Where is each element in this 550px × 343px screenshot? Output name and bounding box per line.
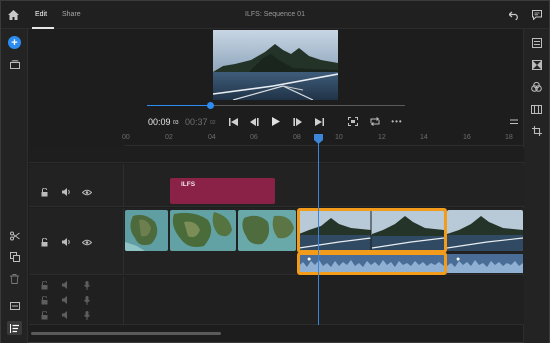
person-icon: ●	[456, 256, 461, 263]
microphone-icon[interactable]	[82, 295, 91, 305]
right-toolbar	[523, 29, 549, 343]
video-clip-thumbnail[interactable]	[170, 210, 236, 251]
play-icon[interactable]	[270, 116, 282, 127]
video-clip-thumbnail[interactable]	[238, 210, 296, 251]
title-clip-label: ILFS	[181, 181, 196, 188]
loop-icon[interactable]	[369, 116, 381, 127]
playhead-line[interactable]	[318, 141, 319, 325]
title-clip[interactable]: ILFS	[170, 178, 275, 204]
fit-frame-icon[interactable]	[347, 116, 359, 127]
preview-frame-image	[213, 30, 338, 100]
video-clip-thumbnail[interactable]	[447, 210, 523, 251]
color-icon[interactable]	[530, 81, 543, 93]
person-icon: ●	[307, 256, 312, 263]
left-toolbar: +	[1, 29, 28, 343]
ruler-label: 08	[293, 134, 301, 141]
volume-icon[interactable]	[61, 280, 72, 290]
ruler-label: 16	[463, 134, 471, 141]
media-icon[interactable]	[9, 59, 20, 69]
lock-icon[interactable]	[39, 280, 49, 290]
volume-icon[interactable]	[61, 310, 72, 320]
app-window: Edit Share ILFS: Sequence 01 + 00:09 03 …	[0, 0, 550, 343]
ruler-label: 04	[208, 134, 216, 141]
lock-icon[interactable]	[39, 295, 49, 305]
visibility-eye-icon[interactable]	[81, 187, 92, 197]
ruler-label: 10	[335, 134, 343, 141]
lock-icon[interactable]	[39, 310, 49, 320]
current-time-frames: 03	[173, 120, 179, 126]
ruler-label: 02	[165, 134, 173, 141]
volume-icon[interactable]	[61, 237, 72, 247]
go-to-start-icon[interactable]	[227, 116, 239, 127]
ruler-label: 18	[505, 134, 513, 141]
sequence-title: ILFS: Sequence 01	[245, 11, 305, 18]
empty-track-area	[29, 147, 524, 163]
step-forward-icon[interactable]	[291, 116, 303, 127]
title-track-header	[29, 164, 124, 207]
audio-clip[interactable]: ●	[447, 254, 523, 273]
current-time: 00:09	[148, 117, 171, 127]
volume-icon[interactable]	[61, 187, 72, 197]
audio-icon[interactable]	[530, 103, 543, 115]
visibility-eye-icon[interactable]	[81, 237, 92, 247]
duration-time: 00:37	[185, 117, 208, 127]
crop-icon[interactable]	[530, 125, 543, 137]
transform-icon[interactable]	[530, 59, 543, 71]
lock-icon[interactable]	[39, 187, 49, 197]
ruler-label: 00	[122, 134, 130, 141]
ruler-label: 06	[250, 134, 258, 141]
duplicate-icon[interactable]	[9, 251, 20, 262]
video-clip-thumbnail[interactable]	[125, 210, 168, 251]
panel-settings-icon[interactable]	[530, 37, 543, 49]
step-back-icon[interactable]	[248, 116, 260, 127]
titles-icon[interactable]	[9, 301, 20, 311]
trash-icon[interactable]	[9, 273, 20, 284]
active-tab-indicator	[32, 27, 54, 29]
audio-waveform	[299, 260, 444, 273]
scrub-bar-progress	[147, 105, 211, 106]
microphone-icon[interactable]	[82, 310, 91, 320]
comment-icon[interactable]	[531, 9, 543, 21]
ruler-label: 12	[378, 134, 386, 141]
undo-icon[interactable]	[508, 9, 520, 21]
go-to-end-icon[interactable]	[313, 116, 325, 127]
selected-audio-clip[interactable]: ●	[299, 254, 444, 273]
more-options-icon[interactable]: •••	[391, 116, 403, 127]
timeline-menu-icon[interactable]	[508, 116, 520, 127]
microphone-icon[interactable]	[82, 280, 91, 290]
timeline-horizontal-scrollbar[interactable]	[31, 332, 221, 335]
duration-time-frames: 02	[210, 120, 216, 126]
ruler-label: 14	[420, 134, 428, 141]
top-bar: Edit Share ILFS: Sequence 01	[1, 1, 549, 29]
scissors-icon[interactable]	[9, 230, 20, 241]
selected-video-clip[interactable]	[299, 210, 444, 251]
volume-icon[interactable]	[61, 295, 72, 305]
scrub-bar-handle[interactable]	[207, 102, 214, 109]
add-icon[interactable]: +	[8, 36, 21, 49]
lock-icon[interactable]	[39, 237, 49, 247]
timeline-icon[interactable]	[7, 321, 22, 335]
program-monitor[interactable]	[213, 30, 338, 100]
